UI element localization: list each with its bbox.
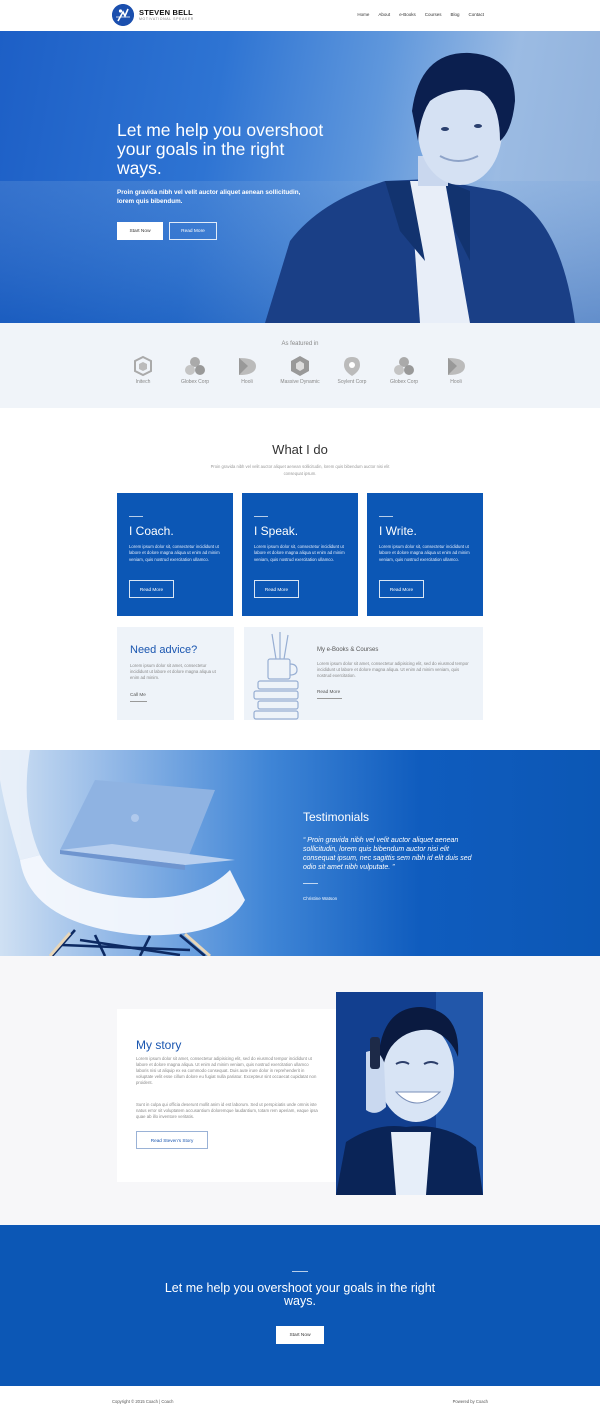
hero-start-now-button[interactable]: Start Now bbox=[117, 222, 163, 240]
story-card bbox=[117, 1009, 336, 1182]
ebooks-read-more-link[interactable]: Read More bbox=[317, 689, 340, 694]
hero-subtitle: Proin gravida nibh vel velit auctor aliq… bbox=[117, 189, 301, 205]
advice-text: Lorem ipsum dolor sit amet, consectetur … bbox=[130, 663, 216, 681]
nav-item-about[interactable]: About bbox=[378, 12, 390, 17]
nav-item-contact[interactable]: Contact bbox=[468, 12, 484, 17]
nav-item-home[interactable]: Home bbox=[357, 12, 369, 17]
card-text: Lorem ipsum dolor sit, consectetur incid… bbox=[129, 544, 220, 562]
main-nav: Home About e-Books Courses Blog Contact bbox=[357, 12, 484, 17]
footer-copyright: Copyright © 2015 Coach | Coach bbox=[112, 1399, 174, 1404]
card-read-more-button[interactable]: Read More bbox=[254, 580, 299, 598]
what-i-do-intro: Proin gravida nibh vel velit auctor aliq… bbox=[210, 464, 390, 476]
card-text: Lorem ipsum dolor sit, consectetur incid… bbox=[379, 544, 470, 562]
brand-massive-dynamic: Massive Dynamic bbox=[280, 355, 320, 385]
globex-logo-icon bbox=[185, 357, 205, 375]
brand-label: Hooli bbox=[450, 379, 462, 385]
what-i-do-title: What I do bbox=[272, 442, 328, 457]
testimonial-author: Christine Watson bbox=[303, 896, 338, 901]
chair-laptop-photo bbox=[0, 750, 245, 956]
brand-label: Hooli bbox=[241, 379, 253, 385]
nav-item-ebooks[interactable]: e-Books bbox=[399, 12, 416, 17]
hooli-logo-icon bbox=[239, 358, 256, 375]
advice-title: Need advice? bbox=[130, 644, 198, 656]
books-illustration-icon bbox=[253, 632, 299, 720]
read-story-button[interactable]: Read Steven's Story bbox=[136, 1131, 208, 1149]
brand-label: Massive Dynamic bbox=[280, 379, 320, 385]
cta-section: Let me help you overshoot your goals in … bbox=[0, 1225, 600, 1386]
card-title: I Coach. bbox=[129, 524, 174, 538]
story-paragraph-2: Sunt in culpa qui officia deserunt molli… bbox=[136, 1102, 318, 1120]
testimonials-title: Testimonials bbox=[303, 810, 370, 824]
brand-hooli-1: Hooli bbox=[227, 355, 267, 385]
brand-label: Soylent Corp bbox=[337, 379, 367, 385]
logo-tagline: MOTIVATIONAL SPEAKER bbox=[139, 17, 194, 21]
story-section bbox=[0, 956, 600, 1225]
brand-label: Globex Corp bbox=[180, 379, 210, 385]
brand-initech: Initech bbox=[123, 355, 163, 385]
testimonials-section: Testimonials “ Proin gravida nibh vel ve… bbox=[0, 750, 600, 956]
cta-start-now-button[interactable]: Start Now bbox=[276, 1326, 324, 1344]
cta-title: Let me help you overshoot your goals in … bbox=[164, 1281, 436, 1308]
link-underline bbox=[130, 701, 147, 702]
nav-item-blog[interactable]: Blog bbox=[450, 12, 459, 17]
card-read-more-button[interactable]: Read More bbox=[379, 580, 424, 598]
card-read-more-button[interactable]: Read More bbox=[129, 580, 174, 598]
featured-title: As featured in bbox=[281, 341, 319, 347]
soylent-logo-icon bbox=[344, 357, 360, 376]
ebooks-panel: My e-Books & Courses Lorem ipsum dolor s… bbox=[244, 627, 483, 720]
hooli-logo-icon bbox=[448, 358, 465, 375]
footer-powered-by: Powered by Coach bbox=[452, 1399, 488, 1404]
initech-logo-icon bbox=[134, 355, 152, 377]
card-divider bbox=[254, 516, 268, 517]
site-footer: Copyright © 2015 Coach | Coach Powered b… bbox=[0, 1386, 600, 1416]
card-divider bbox=[129, 516, 143, 517]
card-speak: I Speak. Lorem ipsum dolor sit, consecte… bbox=[242, 493, 358, 616]
ebooks-title: My e-Books & Courses bbox=[317, 647, 379, 653]
brand-label: Initech bbox=[135, 379, 151, 385]
card-text: Lorem ipsum dolor sit, consectetur incid… bbox=[254, 544, 345, 562]
advice-panel: Need advice? Lorem ipsum dolor sit amet,… bbox=[117, 627, 234, 720]
brand-globex-2: Globex Corp bbox=[384, 355, 424, 385]
card-title: I Speak. bbox=[254, 524, 299, 538]
hero-title: Let me help you overshoot your goals in … bbox=[117, 120, 324, 178]
globex-logo-icon bbox=[394, 357, 414, 375]
card-title: I Write. bbox=[379, 524, 417, 538]
story-paragraph-1: Lorem ipsum dolor sit amet, consectetur … bbox=[136, 1056, 317, 1086]
card-coach: I Coach. Lorem ipsum dolor sit, consecte… bbox=[117, 493, 233, 616]
logo[interactable]: STEVEN BELL MOTIVATIONAL SPEAKER bbox=[112, 4, 194, 26]
logo-mark-icon bbox=[112, 4, 134, 26]
hero-section: Let me help you overshoot your goals in … bbox=[0, 31, 600, 323]
smiling-man-photo bbox=[336, 992, 483, 1195]
call-me-link[interactable]: Call Me bbox=[130, 692, 146, 697]
brand-label: Globex Corp bbox=[389, 379, 419, 385]
link-underline bbox=[317, 698, 342, 699]
story-photo bbox=[336, 992, 483, 1195]
brand-soylent: Soylent Corp bbox=[332, 355, 372, 385]
featured-section: As featured in Initech Globex Corp Hooli… bbox=[0, 323, 600, 408]
story-title: My story bbox=[136, 1038, 182, 1052]
hero-read-more-button[interactable]: Read More bbox=[169, 222, 217, 240]
card-write: I Write. Lorem ipsum dolor sit, consecte… bbox=[367, 493, 483, 616]
cta-divider bbox=[292, 1271, 308, 1272]
site-header: STEVEN BELL MOTIVATIONAL SPEAKER Home Ab… bbox=[0, 0, 600, 31]
massive-dynamic-logo-icon bbox=[291, 356, 309, 376]
card-divider bbox=[379, 516, 393, 517]
logo-name: STEVEN BELL bbox=[139, 8, 193, 17]
brand-globex-1: Globex Corp bbox=[175, 355, 215, 385]
testimonial-quote: “ Proin gravida nibh vel velit auctor al… bbox=[303, 837, 472, 871]
nav-item-courses[interactable]: Courses bbox=[425, 12, 442, 17]
brand-hooli-2: Hooli bbox=[436, 355, 476, 385]
ebooks-text: Lorem ipsum dolor sit amet, consectetur … bbox=[317, 661, 469, 679]
testimonial-divider bbox=[303, 883, 318, 884]
